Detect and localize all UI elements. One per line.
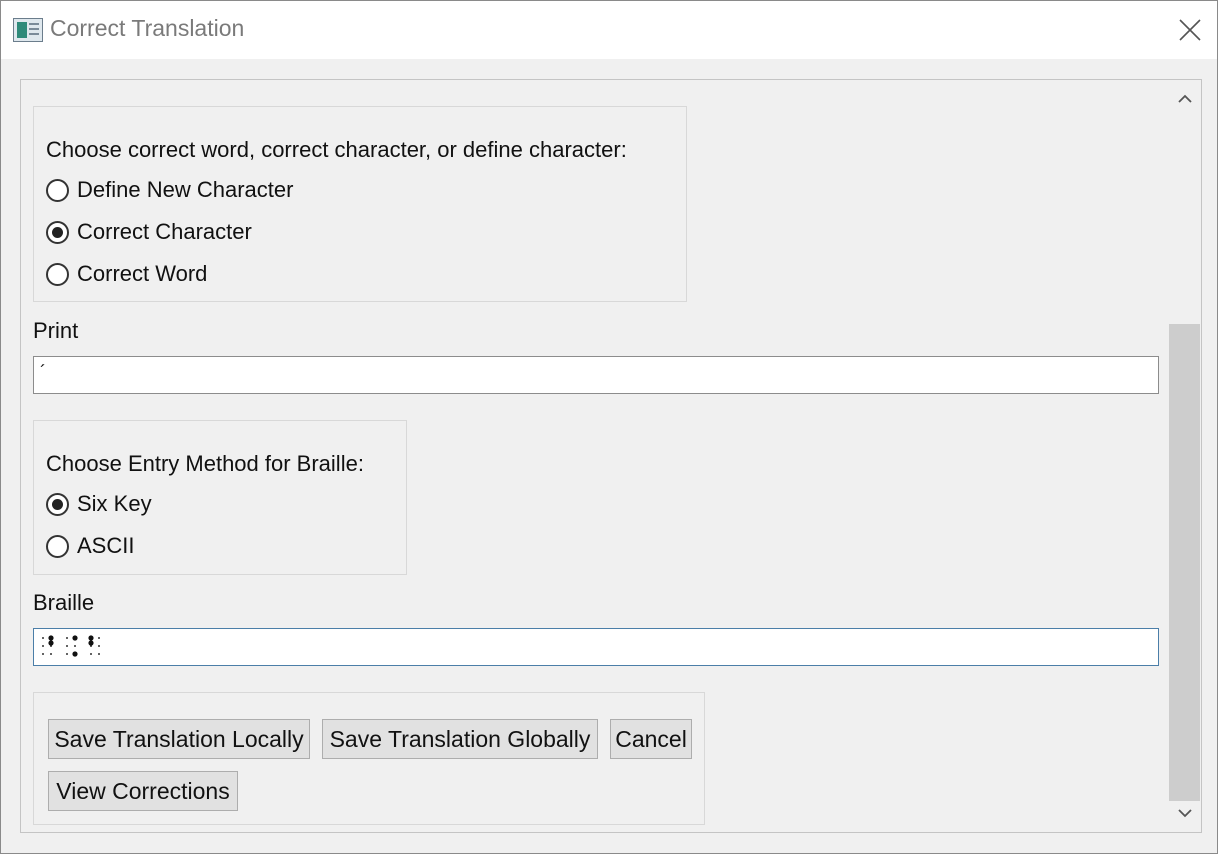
app-icon [13,18,43,42]
entry-method-prompt: Choose Entry Method for Braille: [46,451,364,476]
radio-label: ASCII [77,533,135,558]
radio-label: Six Key [77,491,152,516]
radio-circle [46,262,69,286]
braille-input[interactable] [33,628,1159,666]
save-translation-globally-button[interactable]: Save Translation Globally [322,719,598,759]
correct-translation-dialog: Correct Translation Choose correct word,… [0,0,1218,854]
close-button[interactable] [1167,9,1213,51]
radio-circle [46,534,69,558]
radio-six-key[interactable]: Six Key [46,491,152,517]
radio-correct-character[interactable]: Correct Character [46,219,252,245]
radio-correct-word[interactable]: Correct Word [46,261,207,287]
vertical-scrollbar[interactable] [1168,81,1201,831]
scrollbar-thumb[interactable] [1169,324,1200,801]
action-buttons-group: Save Translation Locally Save Translatio… [33,692,705,825]
print-input[interactable]: ´ [33,356,1159,394]
correction-type-group: Choose correct word, correct character, … [33,106,687,302]
braille-cell-3 [88,635,100,655]
save-translation-locally-button[interactable]: Save Translation Locally [48,719,310,759]
braille-cells-display [42,635,100,657]
title-bar: Correct Translation [1,1,1217,59]
print-label: Print [33,318,79,343]
scroll-up-button[interactable] [1168,81,1201,117]
chevron-up-icon [1177,94,1192,103]
braille-cell-2 [66,635,78,657]
cancel-button[interactable]: Cancel [610,719,692,759]
close-icon [1179,19,1201,41]
radio-ascii[interactable]: ASCII [46,533,134,559]
chevron-down-icon [1177,809,1192,818]
braille-label: Braille [33,590,95,615]
braille-cell-1 [42,635,54,655]
scroll-content-area: Choose correct word, correct character, … [20,79,1202,833]
entry-method-group: Choose Entry Method for Braille: Six Key… [33,420,407,575]
view-corrections-button[interactable]: View Corrections [48,771,238,811]
radio-label: Correct Word [77,261,208,286]
radio-circle-checked [46,220,69,244]
radio-label: Define New Character [77,177,294,202]
scroll-down-button[interactable] [1168,795,1201,831]
radio-circle-checked [46,492,69,516]
radio-define-new-character[interactable]: Define New Character [46,177,293,203]
correction-type-prompt: Choose correct word, correct character, … [46,137,627,162]
radio-label: Correct Character [77,219,252,244]
window-title: Correct Translation [50,15,245,41]
radio-circle [46,178,69,202]
